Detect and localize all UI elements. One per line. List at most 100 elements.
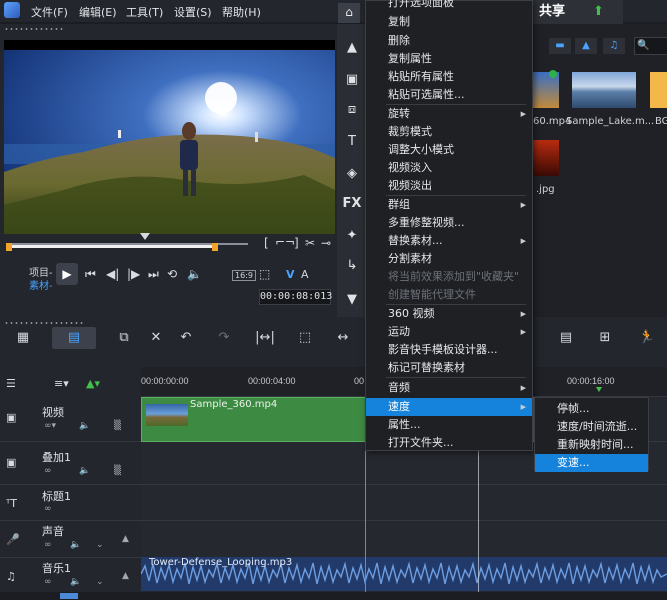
subtitle-icon[interactable]: ▤	[553, 327, 579, 349]
menu-settings[interactable]: 设置(S)	[174, 4, 212, 20]
mark-out-icon[interactable]: ]	[294, 236, 299, 250]
ruler-marker[interactable]	[596, 387, 602, 392]
context-menu-item[interactable]: 裁剪模式	[366, 123, 532, 141]
context-menu-item[interactable]: 打开文件夹...	[366, 434, 532, 452]
context-menu-item[interactable]: 旋转 ▶	[366, 105, 532, 123]
submenu-variable-speed[interactable]: 变速...	[535, 454, 648, 472]
link-icon[interactable]: ∞	[44, 466, 52, 476]
link-icon[interactable]: ∞▾	[44, 421, 56, 431]
mute-icon[interactable]: 🔈	[70, 540, 81, 550]
repeat-icon[interactable]: ⟲	[167, 267, 177, 281]
crop-frame-icon[interactable]: ⌐¬	[275, 235, 295, 249]
menu-help[interactable]: 帮助(H)	[222, 4, 261, 20]
track-manager-icon[interactable]: ☰	[6, 377, 16, 390]
link-icon[interactable]: ∞	[44, 540, 52, 550]
title-lane[interactable]	[141, 485, 667, 521]
submenu-time-remapping[interactable]: 重新映射时间...	[535, 436, 648, 454]
tools-icon[interactable]: ✕	[143, 327, 169, 349]
split-track-icon[interactable]: ↔	[330, 327, 356, 349]
frame-size-icon[interactable]: ⬚	[259, 267, 270, 281]
motion-tracking-icon[interactable]: 🏃	[634, 327, 660, 349]
scrollbar-thumb[interactable]	[60, 593, 78, 599]
link-icon[interactable]: ∞	[44, 577, 52, 587]
collapse-icon[interactable]: ⌄	[96, 540, 104, 550]
context-menu-item[interactable]: 属性...	[366, 416, 532, 434]
playhead-marker[interactable]	[140, 233, 150, 240]
link-icon[interactable]: ∞	[44, 504, 52, 514]
context-menu-item[interactable]: 音频 ▶	[366, 379, 532, 397]
context-menu-item[interactable]: 替换素材... ▶	[366, 232, 532, 250]
library-thumb-lake[interactable]	[572, 72, 636, 108]
context-menu-item[interactable]: 影音快手模板设计器...	[366, 341, 532, 359]
context-menu-item[interactable]: 粘贴可选属性...	[366, 86, 532, 104]
play-button[interactable]: ▶	[56, 263, 78, 285]
mode-clip[interactable]: 素材-	[29, 277, 53, 292]
undo-icon[interactable]: ↶	[173, 327, 199, 349]
ripple-icon[interactable]: ▒	[114, 466, 121, 476]
trim-range-bar[interactable]	[8, 245, 218, 248]
panel-grip[interactable]	[4, 321, 84, 325]
path-icon[interactable]: ↳	[337, 258, 367, 273]
context-menu-item[interactable]: 删除	[366, 32, 532, 50]
show-video-icon[interactable]: ▬	[549, 38, 571, 54]
timeline-scrollbar[interactable]	[0, 592, 667, 600]
app-logo-icon[interactable]	[4, 2, 20, 18]
home-icon[interactable]: ⌂	[338, 3, 360, 23]
voice-lane[interactable]	[141, 521, 667, 558]
context-menu-item[interactable]: 标记可替换素材	[366, 359, 532, 377]
context-menu-item[interactable]: 视频淡出	[366, 177, 532, 195]
next-frame-icon[interactable]: |▶	[127, 267, 140, 281]
library-thumb-bg[interactable]	[650, 72, 667, 108]
context-menu-item[interactable]: 速度 ▶	[366, 398, 532, 416]
context-menu-item[interactable]: 运动 ▶	[366, 323, 532, 341]
aspect-ratio-selector[interactable]: 16:9	[232, 270, 256, 281]
previous-frame-icon[interactable]: ◀|	[106, 267, 119, 281]
context-menu-item[interactable]: 打开选项面板	[366, 0, 532, 12]
audio-toggle[interactable]: A	[301, 268, 309, 281]
instant-project-icon[interactable]: ⧈	[337, 102, 367, 117]
add-marker-icon[interactable]: ▲▾	[86, 377, 100, 390]
graphics-icon[interactable]: ◈	[337, 166, 367, 181]
context-menu-item[interactable]: 复制	[366, 13, 532, 31]
menu-file[interactable]: 文件(F)	[31, 4, 68, 20]
redo-icon[interactable]: ↷	[211, 327, 237, 349]
library-search-input[interactable]: 🔍	[634, 37, 667, 55]
ripple-icon[interactable]: ▒	[114, 421, 121, 431]
panel-grip[interactable]	[4, 27, 64, 31]
volume-icon[interactable]: 🔈	[187, 267, 202, 281]
timecode-display[interactable]: 00:00:08:013	[259, 289, 332, 305]
multi-view-icon[interactable]: ⊞	[592, 327, 618, 349]
menu-tools[interactable]: 工具(T)	[126, 4, 163, 20]
scroll-up-icon[interactable]: ▲	[337, 40, 367, 55]
go-to-end-icon[interactable]: ⏭	[148, 267, 159, 282]
music-clip[interactable]: Tower-Defense_Looping.mp3	[141, 557, 667, 591]
fit-width-icon[interactable]: |↔|	[252, 327, 278, 349]
timeline-view-icon[interactable]: ▦	[10, 327, 36, 349]
context-menu-item[interactable]: 360 视频 ▶	[366, 305, 532, 323]
mute-icon[interactable]: 🔈	[70, 577, 81, 587]
trim-end-handle[interactable]	[212, 243, 218, 251]
audio-ducking-icon[interactable]: ▲	[122, 534, 129, 544]
title-icon[interactable]: T	[337, 134, 367, 149]
audio-ducking-icon[interactable]: ▲	[122, 571, 129, 581]
context-menu-item[interactable]: 复制属性	[366, 50, 532, 68]
tab-share[interactable]: 共享	[533, 0, 623, 24]
context-menu-item[interactable]: 群组 ▶	[366, 196, 532, 214]
library-thumb-jpg[interactable]	[533, 140, 559, 176]
trim-start-handle[interactable]	[6, 243, 12, 251]
submenu-speed-time-lapse[interactable]: 速度/时间流逝...	[535, 418, 648, 436]
show-photo-icon[interactable]: ▲	[575, 38, 597, 54]
record-capture-icon[interactable]: ⧉	[111, 327, 137, 349]
context-menu-item[interactable]: 视频淡入	[366, 159, 532, 177]
media-icon[interactable]: ▣	[337, 72, 367, 87]
filter-fx-icon[interactable]: FX	[337, 196, 367, 211]
context-menu-item[interactable]: 粘贴所有属性	[366, 68, 532, 86]
collapse-icon[interactable]: ⌄	[96, 577, 104, 587]
go-to-start-icon[interactable]: ⏮	[85, 267, 96, 282]
menu-edit[interactable]: 编辑(E)	[79, 4, 117, 20]
context-menu-item[interactable]: 分割素材	[366, 250, 532, 268]
mute-icon[interactable]: 🔈	[79, 466, 90, 476]
fit-project-icon[interactable]: ⬚	[292, 327, 318, 349]
show-audio-icon[interactable]: ♫	[603, 38, 625, 54]
track-options-icon[interactable]: ≡▾	[54, 377, 69, 390]
